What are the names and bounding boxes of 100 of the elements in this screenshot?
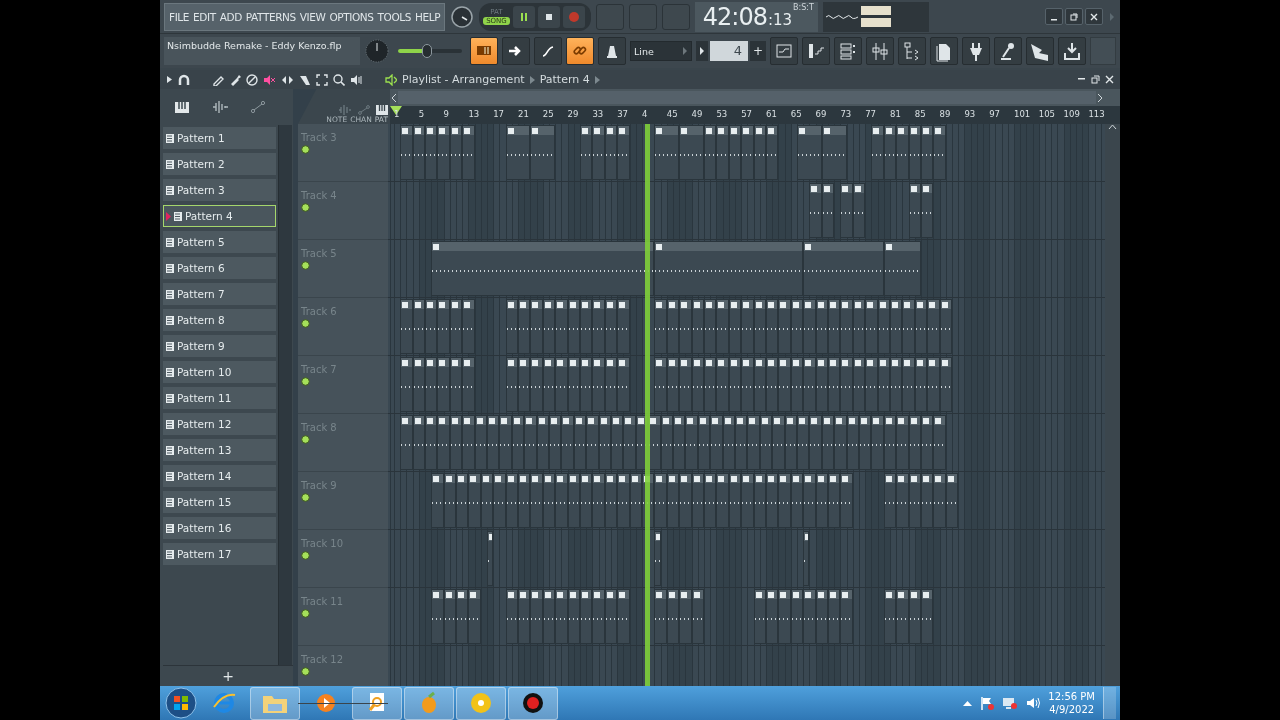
pattern-item[interactable]: Pattern 4 (163, 205, 276, 227)
pattern-clip[interactable] (921, 183, 934, 238)
pattern-clip[interactable] (679, 473, 692, 528)
pattern-clip[interactable] (617, 589, 630, 644)
led-icon[interactable] (301, 319, 310, 328)
select-icon[interactable] (316, 73, 328, 86)
pattern-clip[interactable] (840, 589, 853, 644)
pattern-clip[interactable] (654, 473, 667, 528)
toolbar-button[interactable] (1026, 37, 1054, 65)
pattern-clip[interactable] (883, 473, 897, 528)
pattern-clip[interactable] (468, 473, 481, 528)
led-icon[interactable] (301, 377, 310, 386)
pattern-clip[interactable] (518, 357, 531, 412)
pattern-clip[interactable] (772, 415, 785, 470)
pattern-clip[interactable] (456, 473, 469, 528)
toolbar-button[interactable] (534, 37, 562, 65)
minimize-button[interactable] (1045, 8, 1063, 25)
toolbar-button[interactable] (1058, 37, 1086, 65)
pattern-clip[interactable] (766, 473, 779, 528)
pattern-item[interactable]: Pattern 12 (163, 413, 276, 435)
pattern-clip[interactable] (617, 299, 630, 354)
pattern-clip[interactable] (425, 357, 438, 412)
pattern-clip[interactable] (592, 299, 605, 354)
restore-icon[interactable] (1091, 75, 1100, 84)
toolbar-button[interactable] (898, 37, 926, 65)
pattern-clip[interactable] (592, 125, 605, 180)
pattern-clip[interactable] (487, 415, 500, 470)
pattern-item[interactable]: Pattern 8 (163, 309, 276, 331)
pattern-item[interactable]: Pattern 9 (163, 335, 276, 357)
pattern-clip[interactable] (921, 473, 934, 528)
pattern-clip[interactable] (716, 299, 729, 354)
pattern-clip[interactable] (654, 299, 667, 354)
pattern-clip[interactable] (747, 415, 760, 470)
scrollbar[interactable] (1105, 124, 1120, 686)
pattern-clip[interactable] (902, 299, 915, 354)
pattern-clip[interactable] (611, 415, 624, 470)
pattern-clip[interactable] (927, 299, 940, 354)
led-icon[interactable] (301, 667, 310, 676)
pattern-clip[interactable] (840, 183, 853, 238)
pattern-clip[interactable] (883, 241, 921, 296)
pattern-clip[interactable] (828, 299, 841, 354)
caret-icon[interactable] (1096, 92, 1104, 103)
pattern-clip[interactable] (431, 241, 655, 296)
pattern-clip[interactable] (530, 299, 543, 354)
pattern-clip[interactable] (586, 415, 599, 470)
pattern-clip[interactable] (828, 473, 841, 528)
automation-icon[interactable] (251, 101, 266, 113)
scrollbar[interactable] (278, 125, 292, 665)
taskbar-app[interactable] (508, 686, 558, 720)
pattern-clip[interactable] (679, 589, 692, 644)
pattern-clip[interactable] (927, 357, 940, 412)
pattern-clip[interactable] (654, 589, 667, 644)
pattern-clip[interactable] (803, 473, 816, 528)
menu-item[interactable]: FILE (169, 10, 190, 23)
close-button[interactable] (1085, 8, 1103, 25)
pattern-clip[interactable] (896, 473, 909, 528)
pattern-item[interactable]: Pattern 16 (163, 517, 276, 539)
pattern-clip[interactable] (766, 357, 779, 412)
pattern-clip[interactable] (462, 357, 475, 412)
led-icon[interactable] (301, 261, 310, 270)
pattern-clip[interactable] (828, 357, 841, 412)
brush-icon[interactable] (229, 73, 241, 86)
toolbar-button[interactable] (502, 37, 530, 65)
pattern-clip[interactable] (505, 589, 518, 644)
pattern-clip[interactable] (530, 473, 543, 528)
pattern-clip[interactable] (834, 415, 847, 470)
tray-arrow-icon[interactable] (963, 700, 973, 706)
pattern-clip[interactable] (518, 299, 531, 354)
pattern-clip[interactable] (896, 589, 909, 644)
pattern-clip[interactable] (400, 299, 413, 354)
pattern-clip[interactable] (654, 241, 804, 296)
menu-item[interactable]: PATTERNS (245, 10, 296, 23)
pattern-clip[interactable] (865, 357, 878, 412)
delete-icon[interactable] (246, 73, 258, 86)
pattern-item[interactable]: Pattern 3 (163, 179, 276, 201)
zoom-icon[interactable] (333, 73, 345, 86)
increment-button[interactable]: + (750, 41, 766, 61)
pattern-item[interactable]: Pattern 7 (163, 283, 276, 305)
pattern-clip[interactable] (617, 473, 630, 528)
pattern-selector[interactable]: Pattern 4 (539, 73, 590, 86)
pattern-clip[interactable] (921, 589, 934, 644)
knob-icon[interactable] (450, 4, 475, 29)
value-field[interactable]: 4 (710, 41, 748, 61)
pattern-clip[interactable] (505, 357, 518, 412)
pattern-clip[interactable] (704, 473, 717, 528)
restore-button[interactable] (1065, 8, 1083, 25)
slip-icon[interactable] (281, 73, 294, 86)
waveform-icon[interactable] (212, 101, 228, 113)
toolbar-button[interactable] (470, 37, 498, 65)
close-icon[interactable] (1105, 75, 1114, 84)
pattern-clip[interactable] (797, 125, 822, 180)
pattern-item[interactable]: Pattern 2 (163, 153, 276, 175)
stop-button[interactable] (537, 5, 560, 28)
pattern-clip[interactable] (524, 415, 537, 470)
pattern-clip[interactable] (908, 183, 921, 238)
pattern-clip[interactable] (741, 299, 754, 354)
pattern-clip[interactable] (803, 299, 816, 354)
pattern-clip[interactable] (400, 125, 413, 180)
snap-dropdown[interactable]: Line (630, 41, 692, 61)
pattern-clip[interactable] (704, 299, 717, 354)
